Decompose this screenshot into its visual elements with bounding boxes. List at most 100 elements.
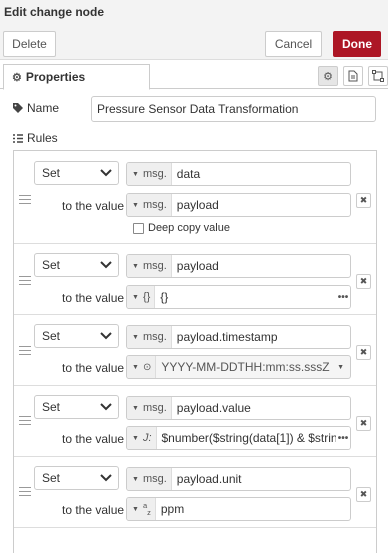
rule-action-select[interactable]: Set <box>34 161 119 185</box>
remove-rule-button[interactable]: ✖ <box>356 274 371 289</box>
description-tab-button[interactable] <box>343 66 363 86</box>
close-icon: ✖ <box>359 276 368 286</box>
tag-icon <box>13 103 23 113</box>
drag-handle[interactable] <box>19 276 31 288</box>
gear-icon: ⚙ <box>323 70 333 83</box>
tab-properties-label: Properties <box>25 70 86 84</box>
rule-target-value: data <box>176 167 201 181</box>
rule-action-select[interactable]: Set <box>34 324 119 348</box>
rule-divider <box>14 385 376 386</box>
to-value-label: to the value <box>62 361 125 375</box>
to-value-label: to the value <box>62 432 125 446</box>
caret-down-icon: ▼ <box>132 363 139 371</box>
type-selector[interactable]: ▼ J: <box>127 427 157 449</box>
rule-value-input[interactable]: ▼ msg. payload <box>126 193 351 217</box>
rule-action-select[interactable]: Set <box>34 466 119 490</box>
rule-action-select[interactable]: Set <box>34 253 119 277</box>
rule-target-input[interactable]: ▼ msg. payload.timestamp <box>126 325 351 349</box>
rule-target-input[interactable]: ▼ msg. data <box>126 162 351 186</box>
type-label: msg. <box>142 260 167 272</box>
close-icon: ✖ <box>359 418 368 428</box>
drag-handle[interactable] <box>19 487 31 499</box>
rule-action-value: Set <box>42 166 61 180</box>
frame-icon <box>372 70 384 82</box>
settings-tab-button[interactable]: ⚙ <box>318 66 338 86</box>
rule-action-value: Set <box>42 329 61 343</box>
dialog-title: Edit change node <box>4 5 105 19</box>
type-selector[interactable]: ▼ msg. <box>127 397 172 419</box>
rule-value-value: ppm <box>160 502 185 516</box>
rule-action-value: Set <box>42 400 61 414</box>
chevron-down-icon <box>100 474 112 482</box>
rule-value-input[interactable]: ▼{} {} ••• <box>126 285 351 309</box>
drag-handle[interactable] <box>19 195 31 207</box>
type-selector[interactable]: ▼ msg. <box>127 255 172 277</box>
type-selector[interactable]: ▼ msg. <box>127 468 172 490</box>
delete-button[interactable]: Delete <box>3 31 56 57</box>
deep-copy-group[interactable]: Deep copy value <box>133 222 230 234</box>
type-label: msg. <box>142 199 167 211</box>
cancel-button[interactable]: Cancel <box>265 31 322 57</box>
chevron-down-icon <box>100 403 112 411</box>
name-input[interactable]: Pressure Sensor Data Transformation <box>91 96 376 122</box>
rule-target-input[interactable]: ▼ msg. payload.unit <box>126 467 351 491</box>
rule-target-value: payload.timestamp <box>176 330 278 344</box>
rule-target-value: payload <box>176 259 219 273</box>
rule-target-input[interactable]: ▼ msg. payload.value <box>126 396 351 420</box>
caret-down-icon: ▼ <box>337 363 344 371</box>
type-label: msg. <box>142 402 167 414</box>
caret-down-icon: ▼ <box>132 333 139 341</box>
rule-divider <box>14 527 376 528</box>
rule-action-value: Set <box>42 258 61 272</box>
deep-copy-label: Deep copy value <box>148 222 230 234</box>
close-icon: ✖ <box>359 489 368 499</box>
expand-editor-button[interactable]: ••• <box>336 286 350 308</box>
string-type-icon: az <box>142 501 151 517</box>
caret-down-icon: ▼ <box>132 434 139 442</box>
close-icon: ✖ <box>359 347 368 357</box>
remove-rule-button[interactable]: ✖ <box>356 193 371 208</box>
chevron-down-icon <box>100 169 112 177</box>
type-selector[interactable]: ▼ msg. <box>127 163 172 185</box>
timestamp-format-select[interactable]: ▼ ⊙ YYYY-MM-DDTHH:mm:ss.sssZ ▼ <box>126 355 351 379</box>
rule-action-value: Set <box>42 471 61 485</box>
rule-value-value: {} <box>160 290 169 304</box>
rule-divider <box>14 314 376 315</box>
done-button[interactable]: Done <box>333 31 381 57</box>
drag-handle[interactable] <box>19 416 31 428</box>
caret-down-icon: ▼ <box>132 262 139 270</box>
chevron-down-icon <box>100 261 112 269</box>
list-icon <box>13 133 23 143</box>
type-selector[interactable]: ▼ az <box>127 498 156 520</box>
tab-properties[interactable]: ⚙ Properties <box>3 64 150 90</box>
type-label: msg. <box>142 331 167 343</box>
close-icon: ✖ <box>359 195 368 205</box>
to-value-label: to the value <box>62 199 125 213</box>
caret-down-icon: ▼ <box>132 475 139 483</box>
rule-value-input[interactable]: ▼J: $number($string(data[1]) & $string(d… <box>126 426 351 450</box>
json-icon: {} <box>142 291 151 303</box>
name-label: Name <box>27 101 60 115</box>
type-selector[interactable]: ▼ msg. <box>127 194 172 216</box>
remove-rule-button[interactable]: ✖ <box>356 345 371 360</box>
type-selector[interactable]: ▼{} <box>127 286 156 308</box>
type-selector[interactable]: ▼ ⊙ <box>127 356 157 378</box>
rule-target-input[interactable]: ▼ msg. payload <box>126 254 351 278</box>
drag-handle[interactable] <box>19 346 31 358</box>
file-icon <box>348 70 358 82</box>
rule-value-input[interactable]: ▼ az ppm <box>126 497 351 521</box>
remove-rule-button[interactable]: ✖ <box>356 416 371 431</box>
remove-rule-button[interactable]: ✖ <box>356 487 371 502</box>
chevron-down-icon <box>100 332 112 340</box>
type-selector[interactable]: ▼ msg. <box>127 326 172 348</box>
rule-value-value: YYYY-MM-DDTHH:mm:ss.sssZ <box>161 360 330 374</box>
rule-divider <box>14 456 376 457</box>
gear-icon: ⚙ <box>12 71 22 84</box>
expand-editor-button[interactable]: ••• <box>336 427 350 449</box>
deep-copy-checkbox[interactable] <box>133 222 144 234</box>
rules-label: Rules <box>27 131 58 145</box>
appearance-tab-button[interactable] <box>368 66 388 86</box>
rule-action-select[interactable]: Set <box>34 395 119 419</box>
jsonata-icon: J: <box>142 432 152 444</box>
caret-down-icon: ▼ <box>132 505 139 513</box>
